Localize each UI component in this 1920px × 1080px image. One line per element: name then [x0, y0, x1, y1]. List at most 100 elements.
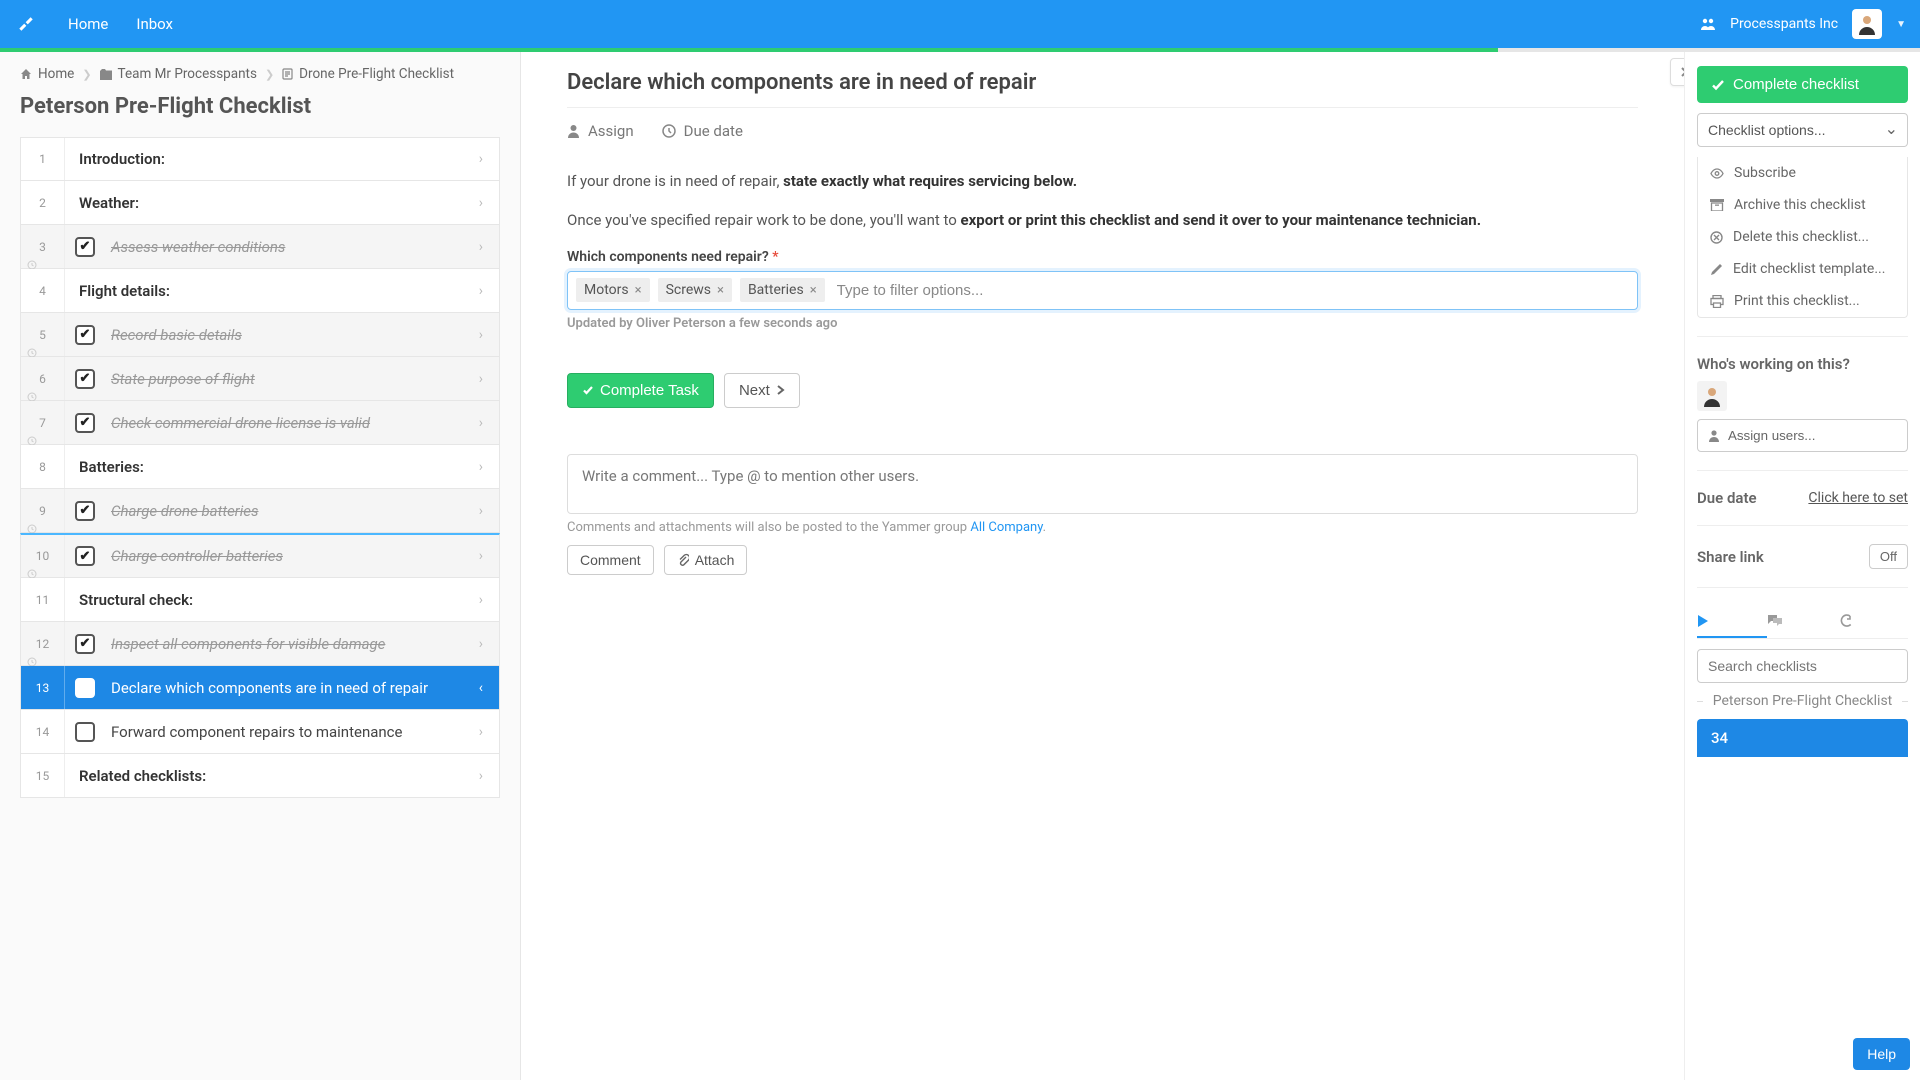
nav-inbox[interactable]: Inbox — [136, 15, 173, 33]
step-label: Structural check: — [65, 579, 473, 621]
step-checkbox[interactable] — [75, 546, 95, 566]
step-number: 9 — [21, 489, 65, 532]
step-row[interactable]: 1Introduction:› — [20, 137, 500, 181]
chevron-right-icon: › — [473, 548, 489, 564]
breadcrumb-template[interactable]: Drone Pre-Flight Checklist — [282, 66, 454, 82]
menu-archive[interactable]: Archive this checklist — [1698, 189, 1907, 221]
chevron-right-icon: › — [473, 592, 489, 608]
working-user-avatar[interactable] — [1697, 381, 1727, 411]
attach-button[interactable]: Attach — [664, 545, 748, 575]
tab-play[interactable] — [1697, 606, 1767, 638]
step-row[interactable]: 11Structural check:› — [20, 578, 500, 622]
menu-print[interactable]: Print this checklist... — [1698, 285, 1907, 317]
step-checkbox[interactable] — [75, 369, 95, 389]
chevron-right-icon: › — [473, 239, 489, 255]
menu-delete[interactable]: Delete this checklist... — [1698, 221, 1907, 253]
step-checkbox[interactable] — [75, 678, 95, 698]
step-number: 8 — [21, 445, 65, 488]
set-due-date-link[interactable]: Click here to set — [1808, 490, 1908, 506]
components-field-label: Which components need repair? * — [567, 249, 1638, 265]
step-checkbox[interactable] — [75, 501, 95, 521]
progress-card[interactable]: 34 — [1697, 719, 1908, 757]
chevron-right-icon: › — [473, 327, 489, 343]
comment-button[interactable]: Comment — [567, 545, 654, 575]
step-number: 14 — [21, 710, 65, 753]
step-row[interactable]: 12 Inspect all components for visible dam… — [20, 622, 500, 666]
page-title: Peterson Pre-Flight Checklist — [0, 86, 520, 137]
step-label: Flight details: — [65, 270, 473, 312]
step-label: Weather: — [65, 182, 473, 224]
step-label: Charge controller batteries — [105, 535, 473, 577]
task-body-1: If your drone is in need of repair, stat… — [567, 170, 1638, 193]
comment-input[interactable]: Write a comment... Type @ to mention oth… — [567, 454, 1638, 514]
next-task-button[interactable]: Next — [724, 373, 800, 408]
due-date-button[interactable]: Due date — [662, 122, 743, 140]
components-filter-input[interactable] — [833, 278, 1629, 303]
step-label: Check commercial drone license is valid — [105, 402, 473, 444]
chevron-down-icon[interactable]: ▼ — [1896, 19, 1906, 30]
step-number: 15 — [21, 754, 65, 797]
step-checkbox[interactable] — [75, 237, 95, 257]
selected-tag[interactable]: Motors × — [576, 278, 650, 302]
app-logo[interactable] — [14, 12, 38, 36]
step-number: 12 — [21, 622, 65, 665]
step-row[interactable]: 6State purpose of flight› — [20, 357, 500, 401]
components-multiselect[interactable]: Motors × Screws × Batteries × — [567, 271, 1638, 310]
menu-subscribe[interactable]: Subscribe — [1698, 157, 1907, 189]
chevron-right-icon: › — [473, 151, 489, 167]
step-checkbox[interactable] — [75, 413, 95, 433]
step-row[interactable]: 5Record basic details› — [20, 313, 500, 357]
step-row[interactable]: 14 Forward component repairs to maintenan… — [20, 710, 500, 754]
step-row[interactable]: 8Batteries:› — [20, 445, 500, 489]
yammer-group-link[interactable]: All Company — [970, 520, 1042, 535]
step-label: State purpose of flight — [105, 358, 473, 400]
step-number: 4 — [21, 269, 65, 312]
toggle-right-pane-icon[interactable] — [1670, 58, 1684, 86]
help-button[interactable]: Help — [1853, 1038, 1910, 1070]
people-icon — [1700, 17, 1716, 31]
breadcrumb-home[interactable]: Home — [20, 66, 74, 82]
step-checkbox[interactable] — [75, 634, 95, 654]
user-avatar[interactable] — [1852, 9, 1882, 39]
step-label: Inspect all components for visible damag… — [105, 623, 473, 665]
step-checkbox[interactable] — [75, 722, 95, 742]
tab-comments[interactable] — [1767, 606, 1837, 638]
step-row[interactable]: 13Declare which components are in need o… — [20, 666, 500, 710]
step-row[interactable]: 3Assess weather conditions› — [20, 225, 500, 269]
checklist-breadcrumb: Peterson Pre-Flight Checklist — [1697, 693, 1908, 709]
tab-activity[interactable] — [1838, 606, 1908, 638]
step-row[interactable]: 2Weather:› — [20, 181, 500, 225]
search-checklists-input[interactable] — [1697, 649, 1908, 683]
share-link-toggle[interactable]: Off — [1869, 544, 1908, 569]
step-number: 10 — [21, 535, 65, 577]
step-checkbox[interactable] — [75, 325, 95, 345]
step-label: Charge drone batteries — [105, 490, 473, 532]
remove-tag-icon[interactable]: × — [717, 283, 724, 298]
step-row[interactable]: 10 Charge controller batteries› — [20, 533, 500, 578]
remove-tag-icon[interactable]: × — [810, 283, 817, 298]
step-label: Record basic details — [105, 314, 473, 356]
nav-home[interactable]: Home — [68, 15, 108, 33]
remove-tag-icon[interactable]: × — [635, 283, 642, 298]
menu-edit[interactable]: Edit checklist template... — [1698, 253, 1907, 285]
step-row[interactable]: 15Related checklists:› — [20, 754, 500, 798]
assign-users-button[interactable]: Assign users... — [1697, 419, 1908, 452]
right-tabs — [1697, 606, 1908, 639]
step-label: Forward component repairs to maintenance — [105, 711, 473, 753]
share-link-label: Share link — [1697, 548, 1764, 566]
checklist-options-select[interactable]: Checklist options... — [1697, 113, 1908, 147]
org-name[interactable]: Processpants Inc — [1730, 16, 1838, 32]
field-updated-meta: Updated by Oliver Peterson a few seconds… — [567, 316, 1638, 331]
breadcrumb-team[interactable]: Team Mr Processpants — [100, 66, 257, 82]
top-nav: Home Inbox — [68, 15, 173, 33]
assign-button[interactable]: Assign — [567, 122, 634, 140]
complete-task-button[interactable]: Complete Task — [567, 373, 714, 408]
chevron-right-icon: ❯ — [265, 68, 274, 81]
selected-tag[interactable]: Screws × — [658, 278, 732, 302]
selected-tag[interactable]: Batteries × — [740, 278, 825, 302]
task-body-2: Once you've specified repair work to be … — [567, 209, 1638, 232]
step-row[interactable]: 4Flight details:› — [20, 269, 500, 313]
step-row[interactable]: 9Charge drone batteries› — [20, 489, 500, 533]
complete-checklist-button[interactable]: Complete checklist — [1697, 66, 1908, 103]
step-row[interactable]: 7Check commercial drone license is valid… — [20, 401, 500, 445]
